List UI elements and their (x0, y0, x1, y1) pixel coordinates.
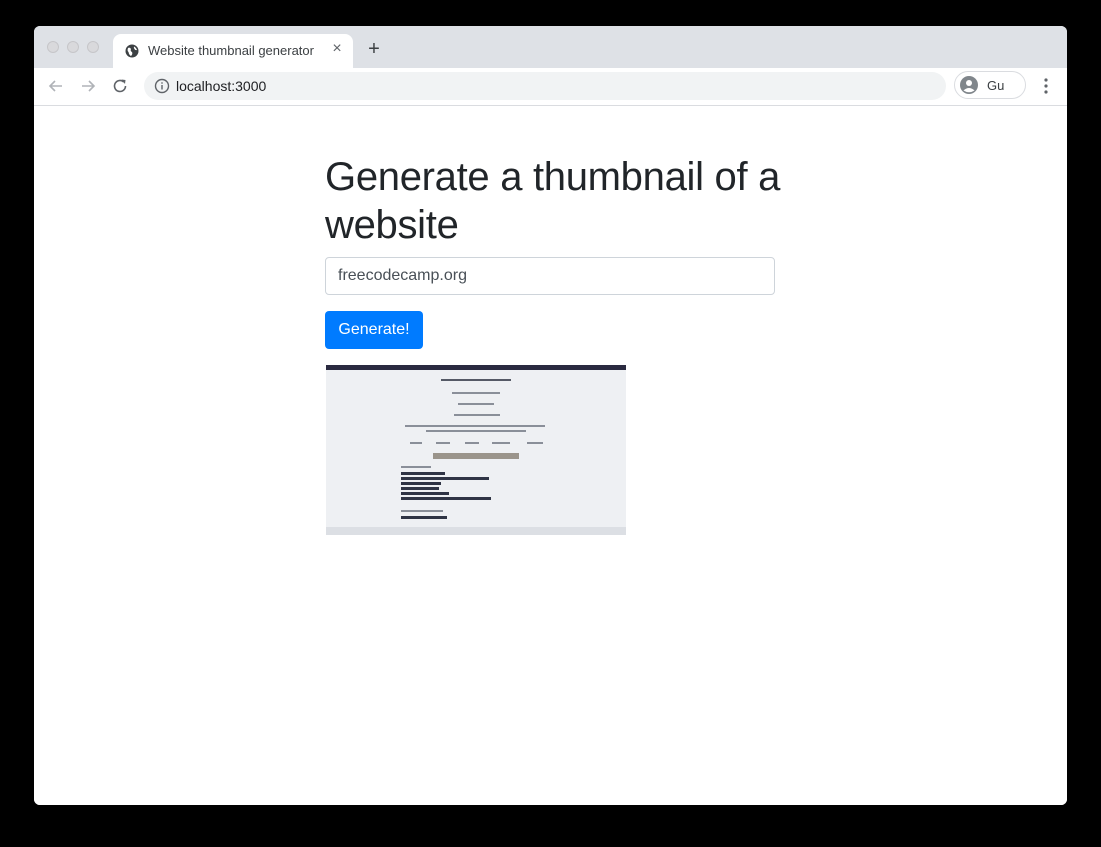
browser-window: Website thumbnail generator × + localhos… (34, 26, 1067, 805)
thumbnail-text (426, 430, 526, 432)
page-content: Generate a thumbnail of a website Genera… (34, 106, 1067, 805)
thumbnail-text (436, 442, 450, 444)
reload-icon[interactable] (110, 76, 130, 96)
back-icon[interactable] (46, 76, 66, 96)
browser-toolbar: localhost:3000 Gu (34, 68, 1067, 106)
avatar-icon (960, 76, 978, 94)
thumbnail-text (492, 442, 510, 444)
thumbnail-button (433, 453, 519, 459)
zoom-window-button[interactable] (87, 41, 99, 53)
more-options-icon[interactable] (1038, 76, 1054, 96)
website-url-input[interactable] (325, 257, 775, 295)
browser-tab[interactable]: Website thumbnail generator × (113, 34, 353, 68)
thumbnail-link (401, 482, 441, 485)
thumbnail-text (465, 442, 479, 444)
profile-button[interactable]: Gu (954, 71, 1026, 99)
new-tab-button[interactable]: + (364, 39, 384, 59)
thumbnail-link (401, 516, 447, 519)
forward-icon[interactable] (78, 76, 98, 96)
tab-title: Website thumbnail generator (148, 43, 314, 58)
thumbnail-text (452, 392, 500, 394)
thumbnail-link (401, 487, 439, 490)
thumbnail-text (527, 442, 543, 444)
thumbnail-text (401, 466, 431, 468)
generate-button[interactable]: Generate! (325, 311, 423, 349)
thumbnail-text (454, 414, 500, 416)
info-icon[interactable] (154, 78, 170, 94)
thumbnail-image (326, 365, 626, 535)
thumbnail-link (401, 472, 445, 475)
thumbnail-header (326, 365, 626, 370)
title-bar: Website thumbnail generator × + (34, 26, 1067, 68)
thumbnail-text (441, 379, 511, 381)
url-text: localhost:3000 (176, 78, 267, 94)
thumbnail-text (401, 510, 443, 512)
thumbnail-text (410, 442, 422, 444)
thumbnail-link (401, 477, 489, 480)
thumbnail-link (401, 497, 491, 500)
thumbnail-text (405, 425, 545, 427)
profile-name: Gu (987, 78, 1005, 93)
minimize-window-button[interactable] (67, 41, 79, 53)
close-tab-icon[interactable]: × (329, 41, 345, 57)
page-title: Generate a thumbnail of a website (325, 155, 781, 247)
thumbnail-link (401, 492, 449, 495)
globe-icon (125, 44, 139, 58)
close-window-button[interactable] (47, 41, 59, 53)
thumbnail-footer (326, 527, 626, 535)
thumbnail-text (458, 403, 494, 405)
address-bar[interactable]: localhost:3000 (144, 72, 946, 100)
